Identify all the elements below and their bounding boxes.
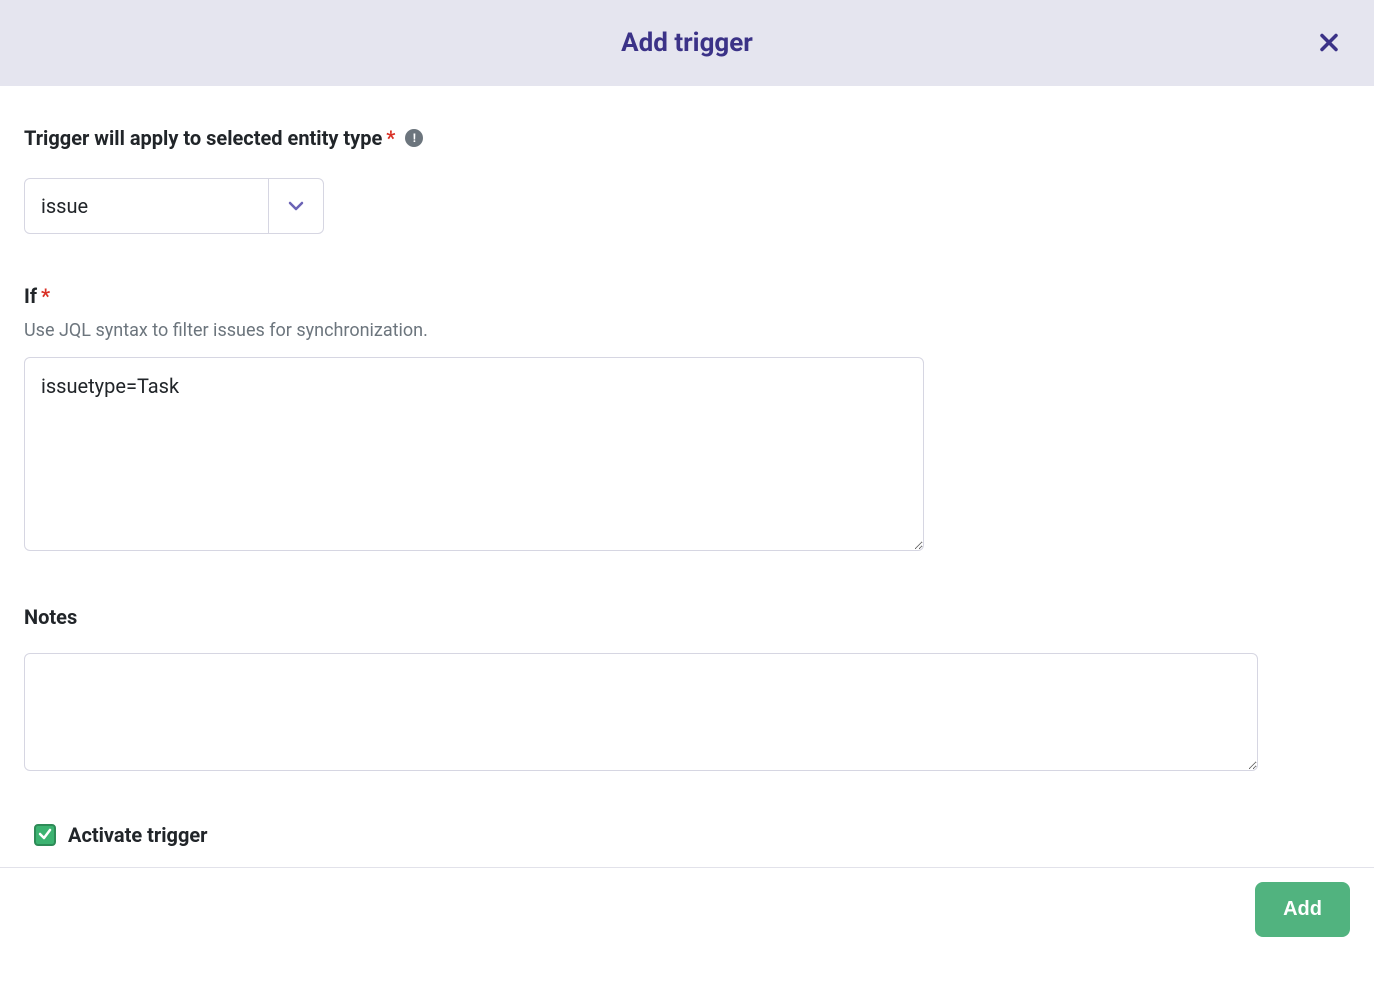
entity-type-label: Trigger will apply to selected entity ty…	[24, 126, 423, 150]
check-icon	[38, 826, 52, 845]
required-asterisk: *	[41, 284, 50, 308]
modal-title: Add trigger	[621, 28, 753, 58]
notes-label: Notes	[24, 605, 77, 629]
entity-type-value: issue	[25, 179, 269, 233]
activate-trigger-checkbox[interactable]	[34, 824, 56, 846]
if-label: If*	[24, 284, 50, 308]
notes-section: Notes	[24, 605, 1350, 775]
notes-label-text: Notes	[24, 605, 77, 629]
modal-header: Add trigger	[0, 0, 1374, 86]
add-button[interactable]: Add	[1255, 882, 1350, 937]
close-icon	[1320, 28, 1338, 58]
required-asterisk: *	[386, 126, 395, 150]
modal-footer: Add	[0, 867, 1374, 951]
chevron-down-icon	[269, 179, 323, 233]
close-button[interactable]	[1314, 22, 1344, 65]
if-textarea[interactable]	[24, 357, 924, 551]
entity-type-select[interactable]: issue	[24, 178, 324, 234]
activate-trigger-label[interactable]: Activate trigger	[68, 823, 208, 847]
entity-type-section: Trigger will apply to selected entity ty…	[24, 126, 1350, 234]
if-section: If* Use JQL syntax to filter issues for …	[24, 284, 1350, 555]
notes-textarea[interactable]	[24, 653, 1258, 771]
if-help-text: Use JQL syntax to filter issues for sync…	[24, 320, 1350, 341]
modal-body: Trigger will apply to selected entity ty…	[0, 86, 1374, 867]
activate-trigger-row: Activate trigger	[24, 815, 1350, 867]
info-icon[interactable]: !	[405, 129, 423, 147]
entity-type-label-text: Trigger will apply to selected entity ty…	[24, 126, 382, 150]
if-label-text: If	[24, 284, 37, 308]
